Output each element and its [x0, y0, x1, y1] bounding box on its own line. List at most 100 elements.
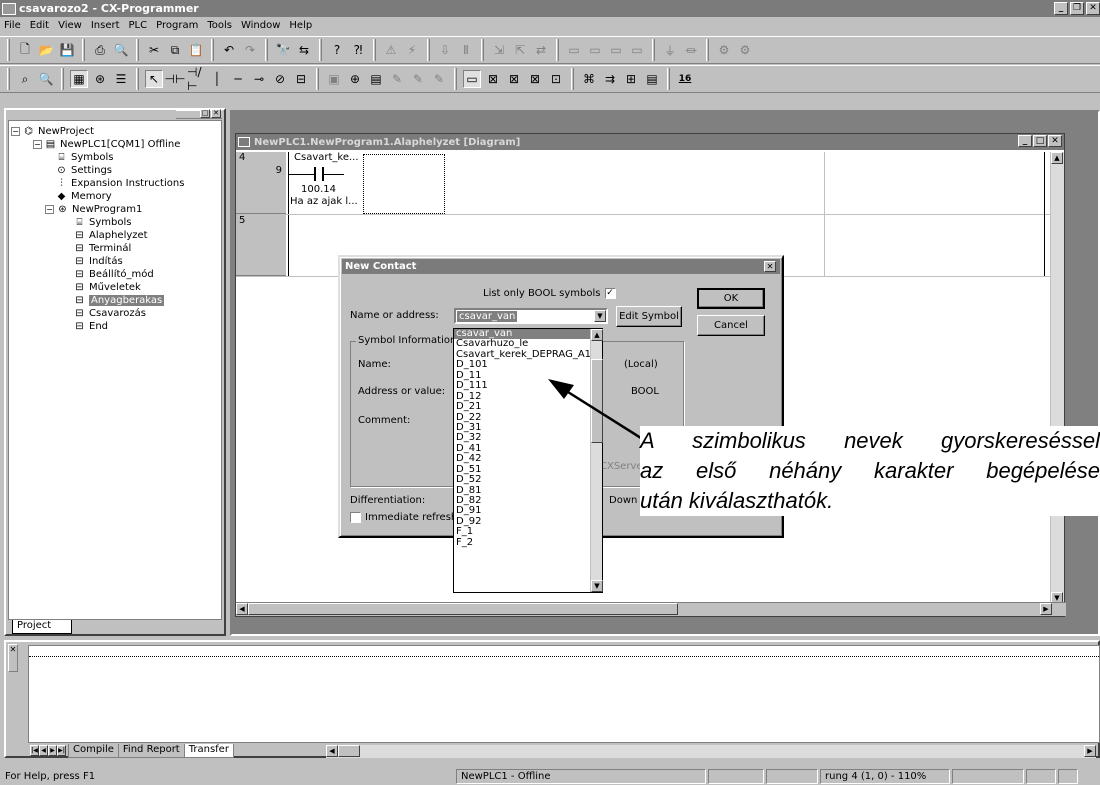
collapse-icon[interactable]: − [33, 140, 42, 149]
tab-first-button[interactable]: |◀ [30, 745, 39, 756]
tree-node-section[interactable]: ⊟ End [73, 320, 108, 333]
scroll-thumb[interactable] [248, 603, 678, 615]
diagram-hscroll[interactable]: ◀ ▶ [236, 602, 1066, 616]
name-input-value[interactable]: csavar_van [457, 311, 518, 322]
cursor-cell[interactable] [363, 154, 445, 214]
edit-online-icon[interactable]: ✎ [388, 70, 406, 88]
list-item[interactable]: D_81 [454, 486, 590, 496]
menu-file[interactable]: File [4, 20, 21, 31]
restore-button[interactable]: ❐ [1070, 2, 1084, 15]
force-on-icon[interactable]: ⏚ [661, 41, 679, 59]
scroll-left-button[interactable]: ◀ [236, 603, 248, 615]
immediate-refresh-row[interactable]: Immediate refresh [350, 512, 457, 523]
output-scroll-right-button[interactable]: ▶ [1084, 745, 1096, 757]
compare-icon[interactable]: ⇄ [532, 41, 550, 59]
print-icon[interactable]: ⎙ [91, 41, 109, 59]
menu-view[interactable]: View [58, 20, 82, 31]
menu-edit[interactable]: Edit [30, 20, 49, 31]
list-item[interactable]: D_91 [454, 506, 590, 516]
diagram-maximize-button[interactable]: □ [1033, 135, 1047, 147]
vertical-line-icon[interactable]: │ [208, 70, 226, 88]
grid-icon[interactable]: ▦ [70, 70, 88, 88]
tree-node-program[interactable]: − ⊛ NewProgram1 [45, 203, 142, 216]
tree-node-section[interactable]: ⊟ Terminál [73, 242, 131, 255]
closed-coil-icon[interactable]: ⊘ [271, 70, 289, 88]
output-panel-close-icon[interactable]: ✕ [8, 644, 18, 672]
diagram-vscroll[interactable]: ▲ ▼ [1050, 152, 1064, 604]
diagram-minimize-button[interactable]: _ [1018, 135, 1032, 147]
immediate-refresh-checkbox[interactable] [350, 512, 361, 523]
replace-icon[interactable]: ⇆ [295, 41, 313, 59]
monitor-icon[interactable]: ▣ [325, 70, 343, 88]
output-scroll-left-button[interactable]: ◀ [326, 745, 338, 757]
pause-icon[interactable]: Ⅱ [457, 41, 475, 59]
tab-prev-button[interactable]: ◀ [39, 745, 48, 756]
list-item[interactable]: F_1 [454, 527, 590, 537]
tree-node-plc[interactable]: − ▤ NewPLC1[CQM1] Offline [33, 138, 180, 151]
undo-icon[interactable]: ↶ [220, 41, 238, 59]
list-scroll-up-button[interactable]: ▲ [591, 329, 603, 341]
hex-display-icon[interactable]: 16 [676, 70, 694, 88]
reset-icon[interactable]: ⚙ [736, 41, 754, 59]
transfer-icon[interactable]: ⇩ [436, 41, 454, 59]
force-off-icon[interactable]: ⏛ [682, 41, 700, 59]
zoom-in-icon[interactable]: 🔍 [37, 70, 55, 88]
tree-node-section[interactable]: ⊟ Csavarozás [73, 307, 146, 320]
send-online-icon[interactable]: ✎ [430, 70, 448, 88]
ok-button[interactable]: OK [697, 288, 765, 309]
list-item-selected[interactable]: csavar_van [454, 329, 590, 340]
context-help-icon[interactable]: ⁈ [349, 41, 367, 59]
tab-find-report[interactable]: Find Report [117, 744, 185, 758]
menu-help[interactable]: Help [289, 20, 312, 31]
collapse-icon[interactable]: − [11, 127, 20, 136]
find-icon[interactable]: 🔭 [274, 41, 292, 59]
diagram-icon[interactable]: ⊞ [622, 70, 640, 88]
window-properties-icon[interactable]: ⊡ [547, 70, 565, 88]
tree-node-project[interactable]: − ⌬ NewProject [11, 125, 94, 138]
contact-icon[interactable]: ⊣⊢ [165, 70, 186, 88]
tree-node-expansion[interactable]: ⫶ Expansion Instructions [55, 177, 184, 190]
paste-icon[interactable]: 📋 [187, 41, 205, 59]
menu-insert[interactable]: Insert [91, 20, 120, 31]
list-item[interactable]: Csavarhuzo_le [454, 339, 590, 349]
mode-monitor-icon[interactable]: ▭ [607, 41, 625, 59]
close-button[interactable]: ✕ [1086, 2, 1100, 15]
coil-icon[interactable]: ⊸ [250, 70, 268, 88]
print-preview-icon[interactable]: 🔍 [112, 41, 130, 59]
output-hscroll[interactable]: ◀ ▶ [326, 745, 1096, 758]
tab-project[interactable]: Project [12, 620, 72, 634]
watch-icon[interactable]: ⊕ [346, 70, 364, 88]
save-icon[interactable]: 💾 [58, 41, 76, 59]
mode-run-icon[interactable]: ▭ [628, 41, 646, 59]
mode-debug-icon[interactable]: ▭ [586, 41, 604, 59]
edit-symbol-button[interactable]: Edit Symbol [616, 306, 682, 327]
tree-node-section[interactable]: ⊟ Műveletek [73, 281, 141, 294]
scroll-right-button[interactable]: ▶ [1040, 603, 1052, 615]
cancel-button[interactable]: Cancel [697, 315, 765, 336]
tab-compile[interactable]: Compile [68, 744, 119, 758]
tab-transfer[interactable]: Transfer [183, 744, 234, 758]
list-item[interactable]: D_52 [454, 475, 590, 485]
symbol-dropdown-list[interactable]: csavar_van Csavarhuzo_le Csavart_kerek_D… [453, 328, 603, 593]
list-only-bool-checkbox[interactable]: ✓ [604, 288, 616, 299]
list-item[interactable]: D_92 [454, 517, 590, 527]
instruction-icon[interactable]: ⊟ [292, 70, 310, 88]
menu-tools[interactable]: Tools [207, 20, 232, 31]
symbols-icon[interactable]: ⌘ [580, 70, 598, 88]
download-icon[interactable]: ⇲ [490, 41, 508, 59]
diagram-close-button[interactable]: ✕ [1048, 135, 1062, 147]
calendar-icon[interactable]: ▤ [367, 70, 385, 88]
dropdown-arrow-icon[interactable]: ▼ [594, 310, 606, 322]
window-watch-icon[interactable]: ⊠ [505, 70, 523, 88]
list-item[interactable]: D_101 [454, 360, 590, 370]
rung-header[interactable]: 5 [236, 215, 286, 276]
cancel-online-icon[interactable]: ✎ [409, 70, 427, 88]
open-icon[interactable]: 📂 [37, 41, 55, 59]
list-item[interactable]: F_2 [454, 538, 590, 548]
contact-element[interactable] [314, 167, 316, 181]
closed-contact-icon[interactable]: ⊣/⊢ [187, 65, 205, 93]
cross-ref-icon[interactable]: ⇉ [601, 70, 619, 88]
horizontal-line-icon[interactable]: ─ [229, 70, 247, 88]
list-scrollbar[interactable]: ▲ ▼ [590, 329, 603, 592]
upload-icon[interactable]: ⇱ [511, 41, 529, 59]
